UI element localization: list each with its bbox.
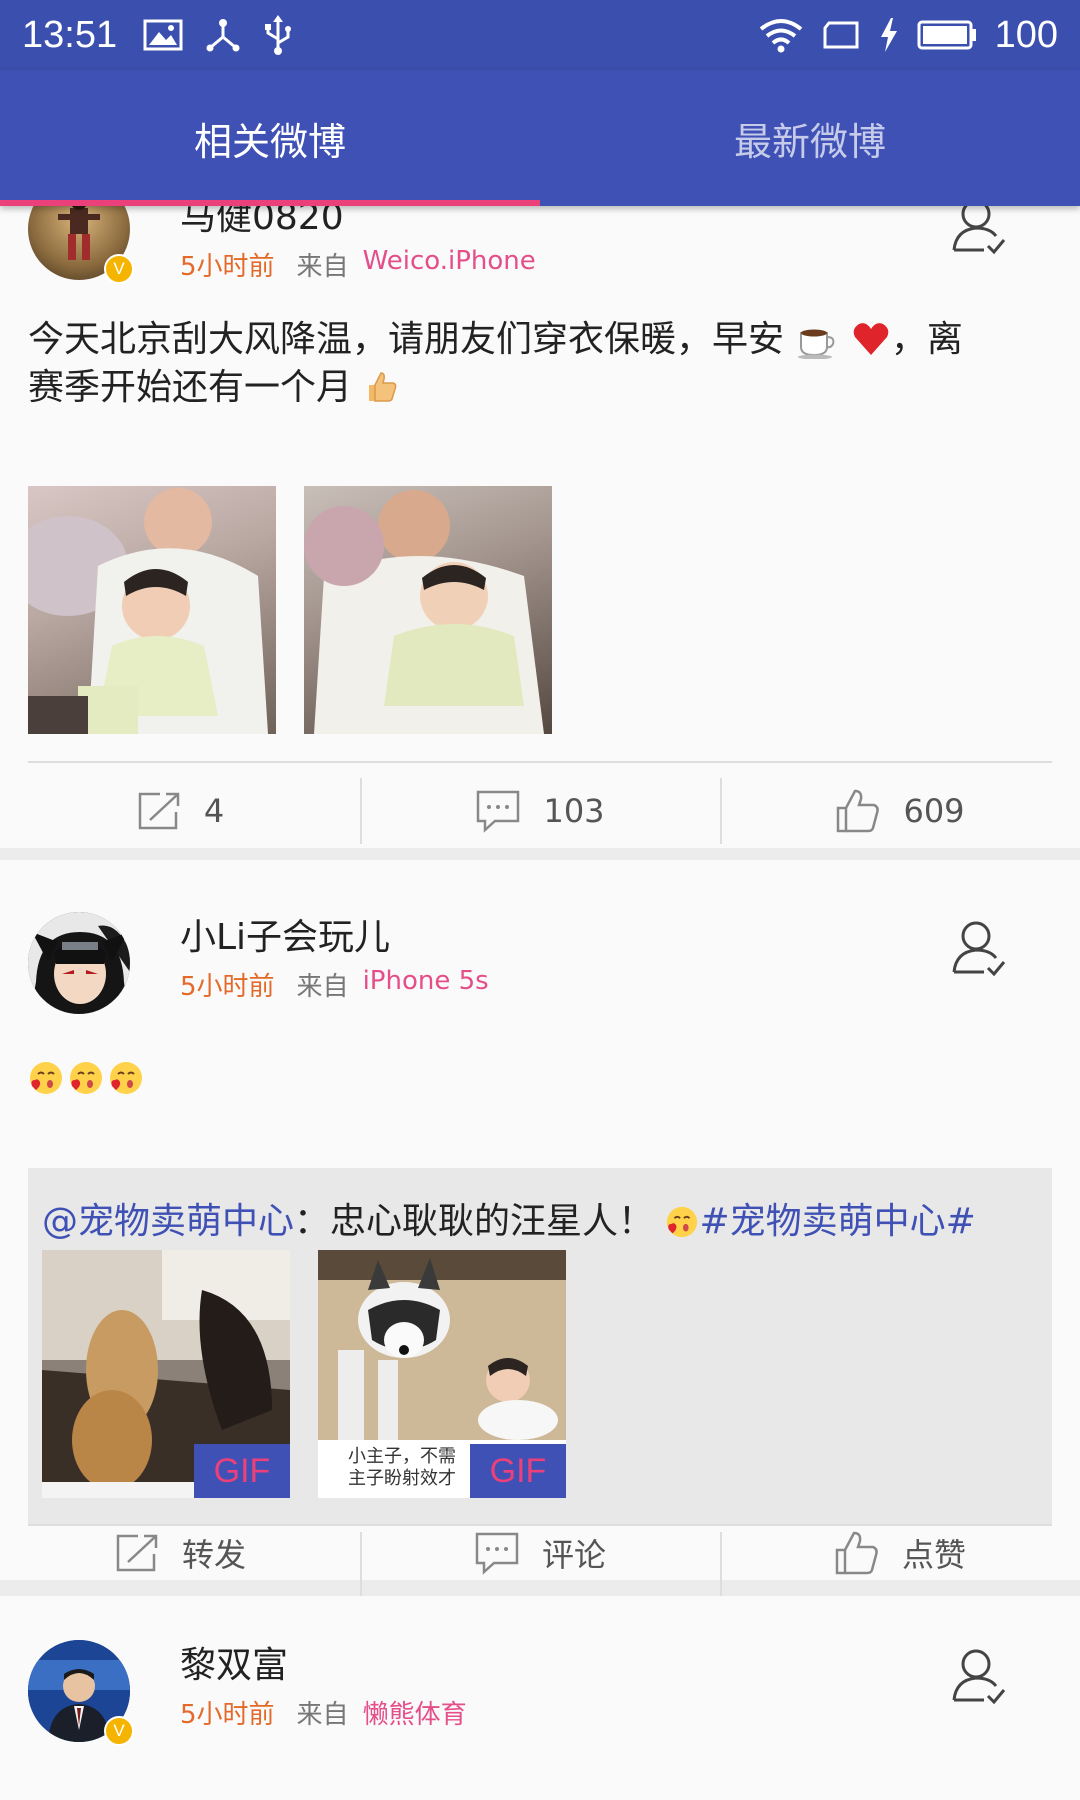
status-bar: 13:51 100 <box>0 0 1080 70</box>
kiss-emoji-icon <box>667 1206 698 1238</box>
status-time: 13:51 <box>22 13 118 56</box>
gif-image[interactable]: 小主子，不需 主子盼射效才 GIF <box>318 1250 566 1498</box>
post-card[interactable]: V 马健0820 5小时前 来自 Weico.iPhone 今天北京刮大风降温，… <box>0 206 1080 848</box>
repost-icon <box>116 1534 158 1572</box>
comment-button[interactable]: 103 <box>360 766 720 856</box>
like-icon <box>835 1531 878 1575</box>
from-label: 来自 <box>296 972 349 1002</box>
battery-icon <box>917 20 976 50</box>
post-image[interactable] <box>304 486 552 734</box>
post-time: 5小时前 <box>180 972 275 1002</box>
kiss-emoji-icon <box>70 1062 102 1094</box>
comment-icon <box>475 1532 519 1575</box>
usb-icon <box>265 15 292 55</box>
weibo-feed[interactable]: V 马健0820 5小时前 来自 Weico.iPhone 今天北京刮大风降温，… <box>0 206 1080 1800</box>
thumbs-up-emoji-icon <box>369 372 397 402</box>
coffee-emoji-icon <box>798 329 835 360</box>
comment-label: 评论 <box>541 1536 606 1574</box>
like-button[interactable]: 点赞 <box>720 1520 1080 1598</box>
heart-emoji-icon <box>853 323 889 355</box>
hashtag-link[interactable]: #宠物卖萌中心# <box>699 1201 975 1242</box>
comment-icon <box>477 790 520 833</box>
like-icon <box>837 789 880 833</box>
repost-icon <box>138 792 180 830</box>
user-name[interactable]: 黎双富 <box>180 1636 288 1688</box>
gif-badge: GIF <box>470 1444 566 1498</box>
repost-button[interactable]: 4 <box>0 766 360 856</box>
user-name[interactable]: 马健0820 <box>180 206 344 240</box>
repost-text: @宠物卖萌中心：忠心耿耿的汪星人！ #宠物卖萌中心# <box>42 1201 976 1242</box>
gif-badge: GIF <box>194 1444 290 1498</box>
comment-button[interactable]: 评论 <box>360 1520 720 1598</box>
kiss-emoji-icon <box>110 1062 142 1094</box>
gif-caption: 小主子，不需 主子盼射效才 <box>348 1446 456 1489</box>
reposted-content[interactable]: @宠物卖萌中心：忠心耿耿的汪星人！ #宠物卖萌中心# GIF 小主子，不需 主子… <box>28 1168 1052 1526</box>
divider <box>28 761 1052 763</box>
post-card[interactable]: 小Li子会玩儿 5小时前 来自 iPhone 5s @宠物卖萌中心：忠心耿耿的汪… <box>0 860 1080 1598</box>
from-label: 来自 <box>296 1700 349 1730</box>
repost-button[interactable]: 转发 <box>0 1520 360 1586</box>
post-image[interactable] <box>28 486 276 734</box>
battery-level: 100 <box>994 13 1058 56</box>
comment-count: 103 <box>543 792 605 830</box>
verified-badge-icon: V <box>104 1716 134 1746</box>
usb-tether-icon <box>206 19 240 52</box>
tablet-icon <box>823 21 859 49</box>
post-source[interactable]: Weico.iPhone <box>363 246 536 283</box>
repost-label: 转发 <box>181 1536 246 1574</box>
post-meta: 5小时前 来自 懒熊体育 <box>180 1694 467 1731</box>
like-count: 609 <box>903 792 965 830</box>
charging-icon <box>880 18 897 52</box>
mention-link[interactable]: @宠物卖萌中心 <box>42 1201 294 1242</box>
post-card[interactable]: V 黎双富 5小时前 来自 懒熊体育 <box>0 1596 1080 1800</box>
emoji-row <box>28 1060 144 1096</box>
tab-latest-weibo[interactable]: 最新微博 <box>540 70 1080 206</box>
repost-count: 4 <box>203 792 225 830</box>
post-meta: 5小时前 来自 Weico.iPhone <box>180 246 536 283</box>
post-time: 5小时前 <box>180 252 275 282</box>
post-time: 5小时前 <box>180 1700 275 1730</box>
tab-bar: 相关微博 最新微博 <box>0 70 1080 206</box>
avatar[interactable] <box>28 912 130 1014</box>
from-label: 来自 <box>296 252 349 282</box>
gif-image[interactable]: GIF <box>42 1250 290 1498</box>
post-meta: 5小时前 来自 iPhone 5s <box>180 966 489 1003</box>
like-button[interactable]: 609 <box>720 766 1080 856</box>
image-icon <box>143 19 183 51</box>
verified-badge-icon: V <box>104 254 134 284</box>
tab-related-weibo[interactable]: 相关微博 <box>0 70 540 206</box>
wifi-icon <box>759 19 802 53</box>
kiss-emoji-icon <box>30 1062 62 1094</box>
post-source[interactable]: 懒熊体育 <box>363 1694 467 1731</box>
user-name[interactable]: 小Li子会玩儿 <box>180 908 390 960</box>
follow-user-icon[interactable] <box>950 918 1010 978</box>
post-actions: 4 103 609 <box>0 766 1080 856</box>
like-label: 点赞 <box>901 1536 966 1574</box>
follow-user-icon[interactable] <box>950 206 1010 256</box>
post-actions: 转发 评论 点赞 <box>0 1520 1080 1598</box>
follow-user-icon[interactable] <box>950 1646 1010 1706</box>
post-text: 今天北京刮大风降温，请朋友们穿衣保暖，早安 ，离 赛季开始还有一个月 <box>28 319 963 408</box>
post-source[interactable]: iPhone 5s <box>363 966 489 1003</box>
